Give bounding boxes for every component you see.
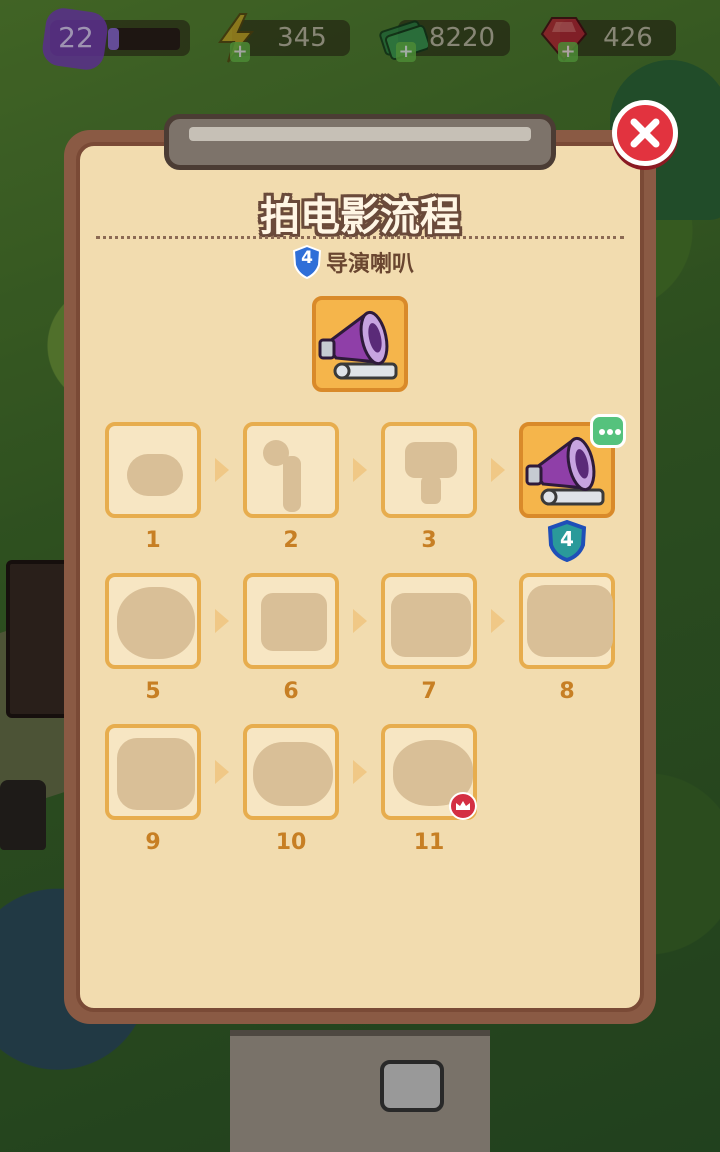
step-card-1[interactable] xyxy=(105,422,201,518)
step-card-2[interactable] xyxy=(243,422,339,518)
step-card-3[interactable] xyxy=(381,422,477,518)
step-number: 1 xyxy=(145,528,161,553)
step-number: 9 xyxy=(145,830,161,855)
step-card-8[interactable] xyxy=(519,573,615,669)
item-name: 导演喇叭 xyxy=(326,252,415,277)
crown-glyph xyxy=(456,801,470,810)
chair-silhouette-icon xyxy=(117,738,195,810)
step-number: 8 xyxy=(559,679,575,704)
step-number: 5 xyxy=(145,679,161,704)
clapper-silhouette-icon xyxy=(261,593,327,651)
megaphone-icon xyxy=(318,310,398,380)
shield-level: 4 xyxy=(301,248,313,268)
spotlight-silhouette-icon xyxy=(405,442,457,478)
step-arrow-icon xyxy=(353,760,367,784)
featured-item-card[interactable] xyxy=(312,296,408,392)
chat-bubble-icon[interactable] xyxy=(590,414,626,448)
badge-level: 4 xyxy=(560,527,574,551)
panel-title: 拍电影流程 xyxy=(260,194,460,240)
step-number: 11 xyxy=(413,830,445,855)
step-arrow-icon xyxy=(353,458,367,482)
step-arrow-icon xyxy=(491,458,505,482)
step-arrow-icon xyxy=(215,458,229,482)
spotlight-silhouette-icon xyxy=(421,476,441,504)
camera-silhouette-icon xyxy=(391,593,471,657)
trophy-silhouette-icon xyxy=(127,454,183,496)
step-number: 3 xyxy=(421,528,437,553)
close-button[interactable] xyxy=(612,100,678,166)
step-card-9[interactable] xyxy=(105,724,201,820)
step-card-10[interactable] xyxy=(243,724,339,820)
boom-mic-silhouette-icon xyxy=(283,456,301,512)
item-subtitle: 4 导演喇叭 xyxy=(292,244,415,280)
step-arrow-icon xyxy=(215,760,229,784)
dotted-divider xyxy=(96,236,624,239)
step-number: 10 xyxy=(275,830,307,855)
step-card-6[interactable] xyxy=(243,573,339,669)
step-number: 6 xyxy=(283,679,299,704)
step-arrow-icon xyxy=(491,609,505,633)
lights-silhouette-icon xyxy=(527,585,613,657)
step-number: 2 xyxy=(283,528,299,553)
level-shield-badge: 4 xyxy=(547,519,587,563)
clipboard-clip xyxy=(164,114,556,170)
step-number: 7 xyxy=(421,679,437,704)
step-card-7[interactable] xyxy=(381,573,477,669)
step-arrow-icon xyxy=(215,609,229,633)
close-icon xyxy=(630,118,660,148)
step-card-5[interactable] xyxy=(105,573,201,669)
film-reel-silhouette-icon xyxy=(117,587,195,659)
crane-silhouette-icon xyxy=(253,742,333,806)
level-shield-badge: 4 xyxy=(292,244,322,280)
step-arrow-icon xyxy=(353,609,367,633)
crown-icon xyxy=(449,792,477,820)
